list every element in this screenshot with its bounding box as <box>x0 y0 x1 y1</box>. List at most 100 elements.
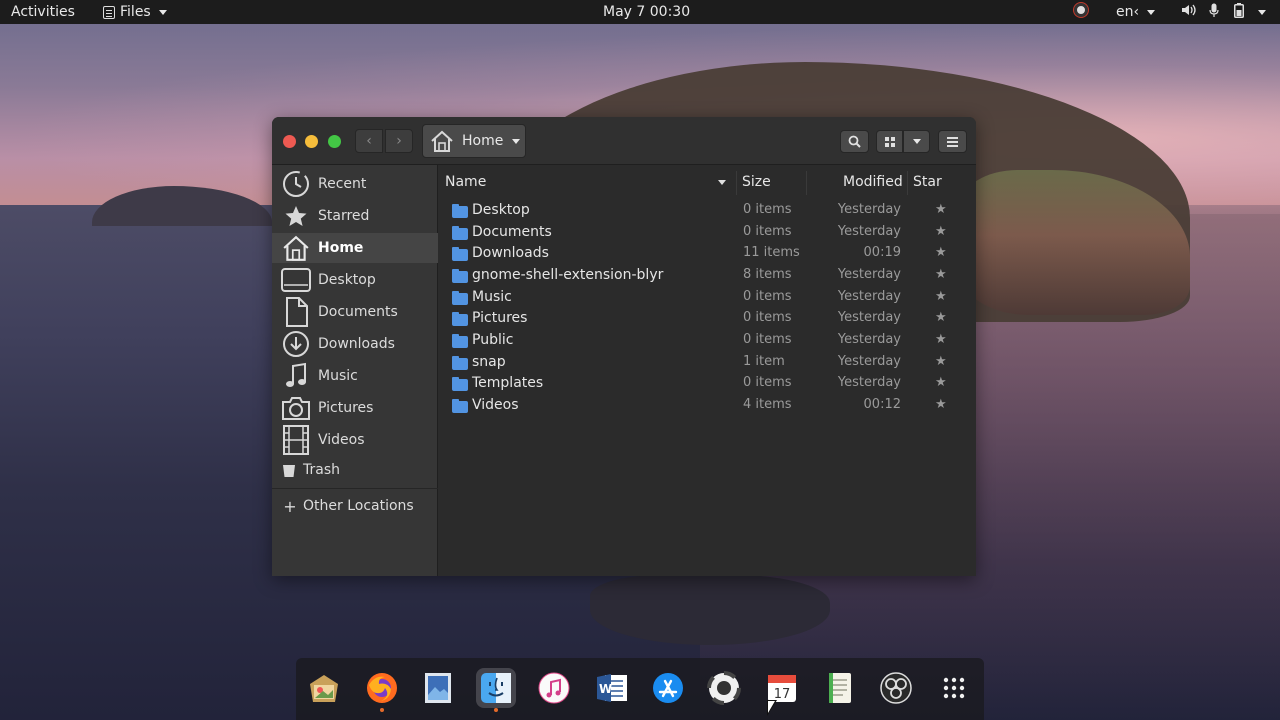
star-toggle-icon[interactable]: ★ <box>935 310 947 325</box>
forward-button[interactable]: › <box>385 129 413 153</box>
plus-icon: + <box>283 496 297 516</box>
system-menu-button[interactable] <box>1255 3 1266 21</box>
file-row[interactable]: Videos 4 items 00:12 ★ <box>439 396 976 418</box>
path-bar-label: Home <box>462 133 504 149</box>
help-icon[interactable] <box>704 668 744 708</box>
camera-icon <box>281 393 311 423</box>
file-name: Downloads <box>472 245 549 261</box>
word-icon[interactable]: W <box>592 668 632 708</box>
star-toggle-icon[interactable]: ★ <box>935 289 947 304</box>
sidebar-item-other-locations[interactable]: + Other Locations <box>272 491 438 521</box>
file-name: Documents <box>472 224 552 240</box>
menu-button[interactable] <box>938 130 967 153</box>
sidebar-item-label: Trash <box>303 462 340 478</box>
file-modified: Yesterday <box>837 202 901 217</box>
battery-icon[interactable] <box>1234 3 1244 23</box>
firefox-icon[interactable] <box>362 668 402 712</box>
chevron-down-icon <box>158 9 167 15</box>
star-toggle-icon[interactable]: ★ <box>935 332 947 347</box>
file-modified: Yesterday <box>837 332 901 347</box>
back-button[interactable]: ‹ <box>355 129 383 153</box>
microphone-icon[interactable] <box>1209 3 1219 23</box>
sidebar-item-music[interactable]: Music <box>272 361 438 391</box>
grid-icon <box>884 136 895 147</box>
star-toggle-icon[interactable]: ★ <box>935 224 947 239</box>
column-header-star[interactable]: Star <box>913 165 942 200</box>
column-header-name[interactable]: Name <box>445 165 735 200</box>
file-row[interactable]: gnome-shell-extension-blyr 8 items Yeste… <box>439 266 976 288</box>
sidebar-item-videos[interactable]: Videos <box>272 425 438 455</box>
show-apps-icon[interactable] <box>934 668 974 708</box>
star-toggle-icon[interactable]: ★ <box>935 375 947 390</box>
sidebar-item-documents[interactable]: Documents <box>272 297 438 327</box>
star-toggle-icon[interactable]: ★ <box>935 397 947 412</box>
file-row[interactable]: Desktop 0 items Yesterday ★ <box>439 201 976 223</box>
itunes-icon[interactable] <box>534 668 574 708</box>
file-row[interactable]: Documents 0 items Yesterday ★ <box>439 223 976 245</box>
running-indicator <box>380 708 384 712</box>
file-row[interactable]: Public 0 items Yesterday ★ <box>439 331 976 353</box>
chevron-down-icon <box>1258 9 1266 15</box>
file-modified: 00:12 <box>863 397 901 412</box>
file-row[interactable]: snap 1 item Yesterday ★ <box>439 353 976 375</box>
star-toggle-icon[interactable]: ★ <box>935 354 947 369</box>
sidebar-item-downloads[interactable]: Downloads <box>272 329 438 359</box>
volume-icon[interactable] <box>1181 3 1197 23</box>
document-icon <box>281 297 311 327</box>
column-divider <box>907 171 908 195</box>
app-store-icon[interactable] <box>648 668 688 708</box>
sidebar-separator <box>272 488 438 489</box>
sidebar-item-label: Other Locations <box>303 498 414 514</box>
star-toggle-icon[interactable]: ★ <box>935 267 947 282</box>
folder-icon <box>452 291 468 305</box>
file-modified: Yesterday <box>837 289 901 304</box>
desktop-icon <box>281 265 311 295</box>
sidebar-item-label: Pictures <box>318 400 374 416</box>
sidebar-item-pictures[interactable]: Pictures <box>272 393 438 423</box>
star-toggle-icon[interactable]: ★ <box>935 245 947 260</box>
sidebar-item-trash[interactable]: Trash <box>272 455 438 485</box>
sidebar-item-recent[interactable]: Recent <box>272 169 438 199</box>
shotwell-icon[interactable] <box>304 668 344 708</box>
close-button[interactable] <box>283 135 296 148</box>
path-bar-home-button[interactable]: Home <box>422 124 526 158</box>
sidebar-item-desktop[interactable]: Desktop <box>272 265 438 295</box>
image-viewer-icon[interactable] <box>418 668 458 708</box>
folder-icon <box>452 334 468 348</box>
file-size: 0 items <box>743 375 792 390</box>
file-row[interactable]: Templates 0 items Yesterday ★ <box>439 374 976 396</box>
grid-view-button[interactable] <box>876 130 903 153</box>
hamburger-icon <box>947 136 958 147</box>
clock[interactable]: May 7 00:30 <box>603 3 690 21</box>
file-name: Videos <box>472 397 519 413</box>
app-menu-button[interactable]: Files <box>103 3 167 21</box>
files-icon[interactable] <box>476 668 516 712</box>
sidebar-item-starred[interactable]: Starred <box>272 201 438 231</box>
file-row[interactable]: Pictures 0 items Yesterday ★ <box>439 309 976 331</box>
file-modified: Yesterday <box>837 267 901 282</box>
obs-icon[interactable] <box>876 668 916 708</box>
file-modified: Yesterday <box>837 375 901 390</box>
file-row[interactable]: Music 0 items Yesterday ★ <box>439 288 976 310</box>
file-row[interactable]: Downloads 11 items 00:19 ★ <box>439 244 976 266</box>
sidebar-item-label: Starred <box>318 208 370 224</box>
minimize-button[interactable] <box>305 135 318 148</box>
wallpaper-rocks-bottom <box>590 575 830 645</box>
file-size: 11 items <box>743 245 800 260</box>
text-editor-icon[interactable] <box>820 668 860 708</box>
search-button[interactable] <box>840 130 869 153</box>
obs-tray-icon[interactable] <box>1074 3 1088 17</box>
activities-button[interactable]: Activities <box>11 3 75 21</box>
column-header-modified[interactable]: Modified <box>843 165 903 200</box>
keyboard-layout-indicator[interactable]: en‹ <box>1116 3 1155 21</box>
maximize-button[interactable] <box>328 135 341 148</box>
sidebar-item-home[interactable]: Home <box>272 233 438 263</box>
chevron-left-icon: ‹ <box>366 133 372 149</box>
file-name: Music <box>472 289 512 305</box>
dock: W 17 <box>296 658 984 720</box>
column-header-size[interactable]: Size <box>742 165 771 200</box>
star-toggle-icon[interactable]: ★ <box>935 202 947 217</box>
files-app-icon <box>103 5 115 19</box>
chevron-right-icon: › <box>396 133 402 149</box>
view-options-button[interactable] <box>903 130 930 153</box>
